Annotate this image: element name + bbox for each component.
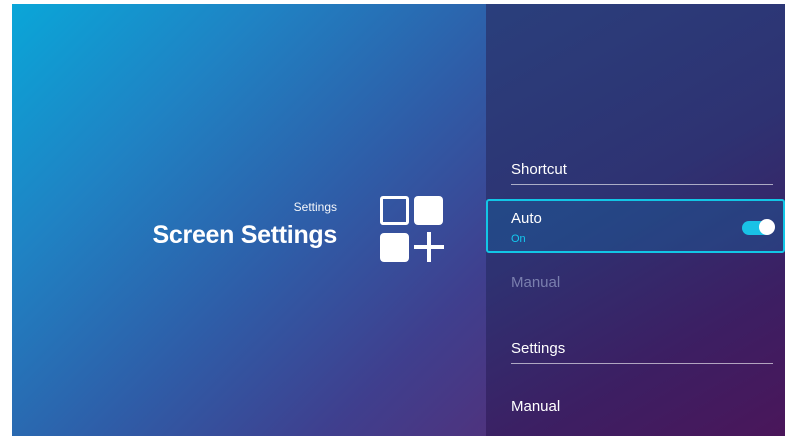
breadcrumb: Settings [293, 200, 337, 214]
menu-item-auto[interactable]: Auto On [486, 199, 785, 253]
page-title: Screen Settings [152, 221, 338, 249]
auto-toggle[interactable] [742, 219, 775, 235]
plus-icon [414, 245, 444, 249]
section-header-settings: Settings [511, 340, 773, 364]
menu-item-manual[interactable]: Manual [511, 398, 560, 415]
menu-item-label: Auto [511, 210, 542, 227]
tile-outline [380, 196, 409, 225]
tile-solid [414, 196, 443, 225]
menu-item-value: On [511, 233, 526, 245]
toggle-knob [759, 219, 775, 235]
tile-solid [380, 233, 409, 262]
apps-add-icon [380, 196, 448, 264]
title-block: Settings Screen Settings [152, 200, 338, 250]
section-header-shortcut: Shortcut [511, 161, 773, 185]
menu-item-manual-disabled: Manual [511, 274, 561, 291]
